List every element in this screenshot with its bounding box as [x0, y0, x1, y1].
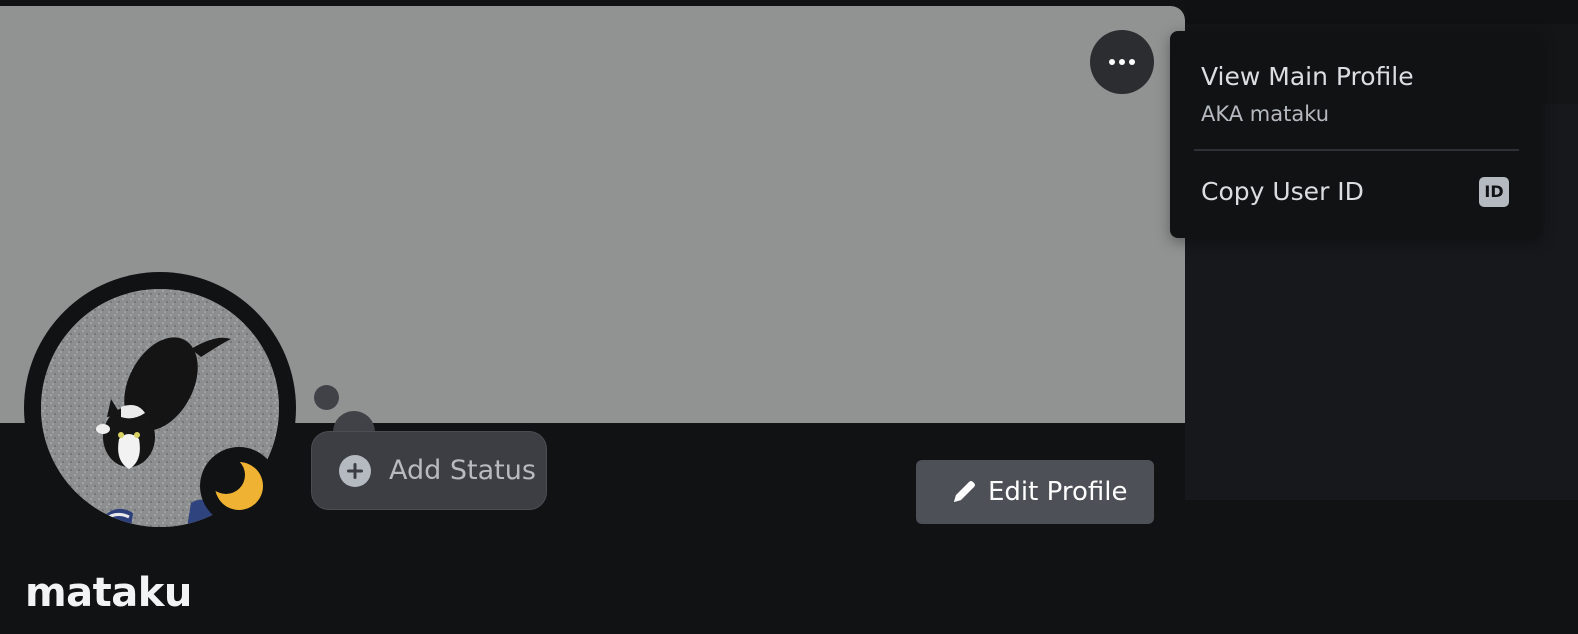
id-badge-icon: ID — [1479, 177, 1509, 207]
menu-item-label: View Main Profile — [1201, 62, 1414, 91]
page: Add Status Edit Profile mataku View Main… — [0, 0, 1578, 634]
status-indicator — [200, 447, 278, 525]
pencil-icon — [954, 481, 975, 502]
username: mataku — [25, 570, 192, 616]
edit-profile-label: Edit Profile — [988, 477, 1128, 507]
add-status-label: Add Status — [389, 455, 536, 486]
menu-item-copy-user-id[interactable]: Copy User ID ID — [1178, 159, 1534, 225]
menu-item-subtitle: AKA mataku — [1201, 102, 1330, 126]
bubble-dot-small — [314, 385, 339, 410]
background-top-strip — [1185, 0, 1578, 24]
menu-item-view-main-profile[interactable]: View Main Profile AKA mataku — [1178, 47, 1534, 151]
more-options-button[interactable] — [1090, 30, 1154, 94]
moon-icon — [214, 461, 263, 510]
menu-divider — [1194, 149, 1519, 151]
add-status-button[interactable]: Add Status — [311, 431, 547, 510]
edit-profile-button[interactable]: Edit Profile — [916, 460, 1154, 524]
menu-item-label: Copy User ID — [1201, 177, 1364, 206]
background-bottom-strip — [1185, 500, 1578, 634]
context-menu: View Main Profile AKA mataku Copy User I… — [1170, 31, 1542, 238]
plus-circle-icon — [339, 455, 371, 487]
more-horizontal-icon — [1109, 59, 1115, 65]
